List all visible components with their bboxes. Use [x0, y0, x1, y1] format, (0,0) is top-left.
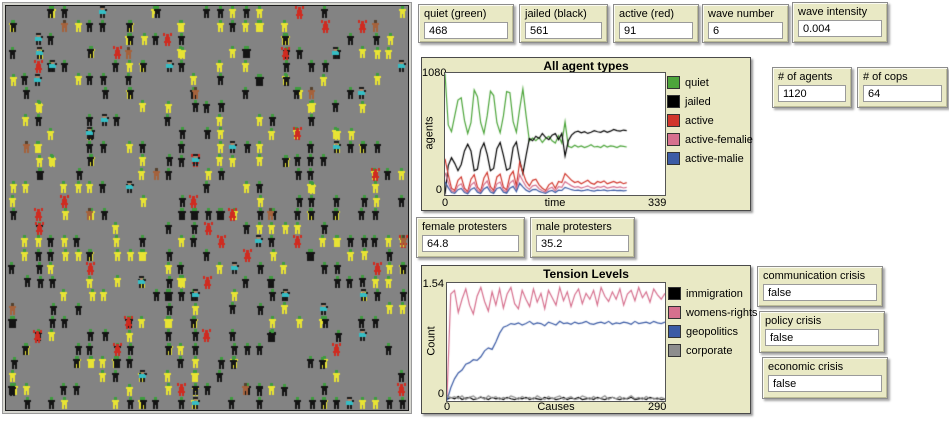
legend-swatch [667, 114, 680, 127]
plot-legend: quiet jailed active active-femalie active-ma… [667, 73, 753, 168]
monitor-economic-crisis: economic crisis false [762, 357, 888, 399]
plot-area [444, 72, 666, 196]
legend-item: immigration [668, 284, 758, 303]
y-axis-label: Count [426, 326, 438, 355]
legend-item: jailed [667, 92, 753, 111]
plot-all-agent-types-title: All agent types [422, 59, 750, 73]
plot-area [446, 282, 666, 402]
x-axis-max-tick: 290 [648, 401, 666, 413]
legend-swatch [667, 95, 680, 108]
monitor-communication-crisis-label: communication crisis [758, 267, 882, 282]
legend-label: active [685, 115, 714, 127]
legend-swatch [668, 344, 681, 357]
monitor-wave-intensity: wave intensity 0.004 [792, 2, 888, 43]
legend-item: quiet [667, 73, 753, 92]
monitor-wave-number: wave number 6 [702, 4, 789, 43]
monitor-num-cops-label: # of cops [858, 68, 947, 83]
monitor-female-protesters-label: female protesters [417, 218, 524, 233]
legend-label: quiet [685, 77, 709, 89]
monitor-economic-crisis-value: false [768, 375, 882, 392]
tension-levels-canvas [447, 283, 665, 401]
legend-swatch [668, 325, 681, 338]
monitor-num-agents-label: # of agents [773, 68, 851, 83]
legend-item: active-femalie [667, 130, 753, 149]
world-view [5, 5, 409, 411]
legend-label: geopolitics [686, 326, 738, 338]
legend-item: active [667, 111, 753, 130]
monitor-num-agents: # of agents 1120 [772, 67, 852, 108]
plot-legend: immigration womens-rights geopolitics corpo… [668, 284, 758, 360]
monitor-active-label: active (red) [614, 5, 698, 20]
monitor-communication-crisis-value: false [763, 284, 877, 301]
plot-all-agent-types: All agent types 1080 0 agents 0 time 339… [421, 57, 751, 211]
monitor-num-agents-value: 1120 [778, 85, 846, 102]
monitor-female-protesters: female protesters 64.8 [416, 217, 525, 258]
monitor-economic-crisis-label: economic crisis [763, 358, 887, 373]
legend-label: womens-rights [686, 307, 758, 319]
monitor-quiet-label: quiet (green) [419, 5, 513, 20]
legend-swatch [667, 152, 680, 165]
monitor-male-protesters-label: male protesters [531, 218, 634, 233]
plot-tension-levels-title: Tension Levels [422, 267, 750, 281]
legend-swatch [667, 76, 680, 89]
monitor-wave-number-value: 6 [708, 22, 783, 39]
y-axis-label-wrap: Count [425, 282, 438, 400]
world-canvas [6, 6, 408, 410]
monitor-policy-crisis: policy crisis false [759, 311, 885, 353]
netlogo-interface: quiet (green) 468 jailed (black) 561 act… [0, 0, 949, 429]
legend-label: active-femalie [685, 134, 753, 146]
monitor-jailed-value: 561 [525, 22, 602, 39]
monitor-wave-intensity-label: wave intensity [793, 3, 887, 18]
legend-swatch [668, 306, 681, 319]
monitor-jailed: jailed (black) 561 [519, 4, 608, 43]
monitor-policy-crisis-value: false [765, 329, 879, 346]
plot-tension-levels: Tension Levels 1.54 0 Count 0 Causes 290… [421, 265, 751, 414]
monitor-wave-intensity-value: 0.004 [798, 20, 882, 37]
legend-item: geopolitics [668, 322, 758, 341]
monitor-male-protesters: male protesters 35.2 [530, 217, 635, 258]
monitor-female-protesters-value: 64.8 [422, 235, 519, 252]
monitor-active: active (red) 91 [613, 4, 699, 43]
monitor-communication-crisis: communication crisis false [757, 266, 883, 307]
all-agent-types-canvas [445, 73, 665, 195]
legend-label: active-malie [685, 153, 744, 165]
legend-item: womens-rights [668, 303, 758, 322]
x-axis-label: Causes [446, 401, 666, 413]
monitor-quiet: quiet (green) 468 [418, 4, 514, 43]
monitor-wave-number-label: wave number [703, 5, 788, 20]
legend-label: corporate [686, 345, 732, 357]
monitor-male-protesters-value: 35.2 [536, 235, 629, 252]
legend-label: immigration [686, 288, 743, 300]
x-axis-label: time [444, 197, 666, 209]
legend-label: jailed [685, 96, 711, 108]
legend-swatch [668, 287, 681, 300]
x-axis-max-tick: 339 [648, 197, 666, 209]
monitor-quiet-value: 468 [424, 22, 508, 39]
legend-item: corporate [668, 341, 758, 360]
legend-item: active-malie [667, 149, 753, 168]
monitor-active-value: 91 [619, 22, 693, 39]
y-axis-label: agents [424, 116, 436, 149]
monitor-num-cops: # of cops 64 [857, 67, 948, 108]
monitor-jailed-label: jailed (black) [520, 5, 607, 20]
world-view-frame [2, 2, 412, 414]
y-axis-label-wrap: agents [423, 72, 436, 194]
monitor-policy-crisis-label: policy crisis [760, 312, 884, 327]
monitor-num-cops-value: 64 [863, 85, 942, 102]
legend-swatch [667, 133, 680, 146]
